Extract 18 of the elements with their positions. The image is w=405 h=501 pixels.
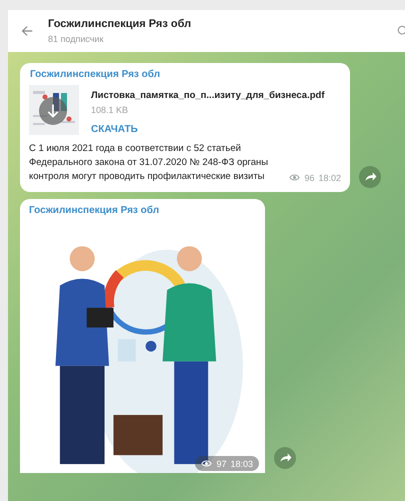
file-size: 108.1 KB [91, 105, 130, 115]
forward-button[interactable] [274, 447, 296, 469]
subscriber-count: 81 подписчик [48, 34, 104, 44]
eye-icon [201, 458, 212, 469]
author-name[interactable]: Госжилинспекция Ряз обл [20, 205, 265, 223]
download-icon[interactable] [39, 97, 67, 125]
message-time: 18:02 [318, 172, 341, 182]
file-name: Листовка_памятка_по_п...изиту_для_бизнеса.pdf [91, 90, 324, 101]
forward-button[interactable] [359, 166, 381, 188]
message-time: 18:03 [230, 458, 253, 468]
author-name[interactable]: Госжилинспекция Ряз обл [29, 69, 341, 80]
view-count: 96 [304, 172, 314, 182]
eye-icon [289, 172, 300, 183]
download-link[interactable]: СКАЧАТЬ [91, 124, 324, 135]
back-arrow-icon[interactable] [20, 24, 34, 38]
view-count: 97 [216, 458, 226, 468]
channel-title: Госжилинспекция Ряз обл [48, 18, 192, 30]
message-text: С 1 июля 2021 года в соответствии с 52 статьей Федерального закона от 31.07.2020 № 248-ФЗ органы контроля могут проводить профилактические визиты [29, 142, 270, 184]
